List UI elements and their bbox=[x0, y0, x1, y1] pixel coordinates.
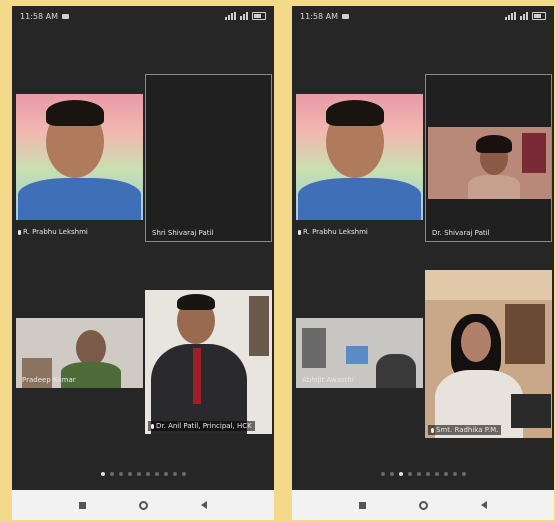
participant-name-label: Abhijit Awasthi bbox=[302, 376, 354, 384]
participant-video-tile[interactable]: Dr. Anil Patil, Principal, HCK bbox=[145, 290, 272, 434]
participant-name-label: Smt. Radhika P.M. bbox=[428, 425, 502, 435]
page-dot[interactable] bbox=[416, 472, 421, 476]
page-dot-active[interactable] bbox=[398, 472, 403, 476]
page-indicator[interactable] bbox=[292, 472, 554, 476]
participant-video-tile[interactable] bbox=[296, 94, 423, 220]
page-dot[interactable] bbox=[389, 472, 394, 476]
participant-name-label: Shri Shivaraj Patil bbox=[152, 229, 214, 237]
wifi-icon bbox=[520, 12, 528, 20]
notification-icon bbox=[341, 13, 349, 19]
page-dot[interactable] bbox=[118, 472, 123, 476]
page-dot[interactable] bbox=[109, 472, 114, 476]
participant-name-label: Dr. Anil Patil, Principal, HCK bbox=[148, 421, 255, 431]
background-object bbox=[346, 346, 368, 364]
background-object bbox=[302, 328, 326, 368]
participant-video-area bbox=[428, 127, 551, 199]
page-dot[interactable] bbox=[380, 472, 385, 476]
phone-screen-right: 11:58 AM R. Prabhu Lekshmi Dr. Shivaraj … bbox=[292, 6, 554, 520]
participant-shirt bbox=[376, 354, 416, 388]
participant-video-tile-active[interactable]: Dr. Shivaraj Patil bbox=[425, 74, 552, 242]
home-icon[interactable] bbox=[418, 500, 428, 510]
participant-shirt bbox=[298, 178, 421, 220]
participant-name-label: Pradeep Kumar bbox=[22, 376, 76, 384]
mic-icon bbox=[298, 229, 301, 235]
participant-face bbox=[461, 322, 491, 362]
background-object bbox=[249, 296, 269, 356]
page-dot[interactable] bbox=[154, 472, 159, 476]
page-dot[interactable] bbox=[425, 472, 430, 476]
participant-shirt bbox=[18, 178, 141, 220]
page-dot[interactable] bbox=[136, 472, 141, 476]
background-object bbox=[505, 304, 545, 364]
back-icon[interactable] bbox=[481, 501, 488, 509]
recent-apps-icon[interactable] bbox=[358, 501, 366, 509]
page-dot[interactable] bbox=[127, 472, 132, 476]
recent-apps-icon[interactable] bbox=[78, 501, 86, 509]
background-object bbox=[522, 133, 546, 173]
mic-icon bbox=[18, 229, 21, 235]
participant-name-label: R. Prabhu Lekshmi bbox=[298, 228, 368, 236]
participant-video-tile[interactable]: Pradeep Kumar bbox=[16, 318, 143, 388]
signal-icon bbox=[505, 12, 516, 20]
participant-name-label: R. Prabhu Lekshmi bbox=[18, 228, 88, 236]
participant-video-tile-active[interactable]: Shri Shivaraj Patil bbox=[145, 74, 272, 242]
participant-video-tile[interactable] bbox=[16, 94, 143, 220]
status-bar: 11:58 AM bbox=[292, 6, 554, 26]
page-dot[interactable] bbox=[145, 472, 150, 476]
participant-face bbox=[76, 330, 106, 366]
participant-hair bbox=[476, 135, 512, 153]
mic-icon bbox=[151, 423, 154, 429]
participant-name-label: Dr. Shivaraj Patil bbox=[432, 229, 490, 237]
participant-video-tile[interactable]: Abhijit Awasthi bbox=[296, 318, 423, 388]
participant-video-tile[interactable]: Smt. Radhika P.M. bbox=[425, 270, 552, 438]
status-time: 11:58 AM bbox=[20, 11, 58, 21]
wifi-icon bbox=[240, 12, 248, 20]
battery-icon bbox=[532, 12, 546, 20]
status-bar: 11:58 AM bbox=[12, 6, 274, 26]
page-dot[interactable] bbox=[163, 472, 168, 476]
participant-hair bbox=[177, 294, 215, 310]
participant-hair bbox=[46, 100, 104, 126]
page-dot[interactable] bbox=[461, 472, 466, 476]
page-dot-active[interactable] bbox=[100, 472, 105, 476]
system-nav-bar bbox=[12, 490, 274, 520]
participant-tie bbox=[193, 348, 201, 404]
page-dot[interactable] bbox=[407, 472, 412, 476]
page-dot[interactable] bbox=[452, 472, 457, 476]
system-nav-bar bbox=[292, 490, 554, 520]
participant-hair bbox=[326, 100, 384, 126]
page-indicator[interactable] bbox=[12, 472, 274, 476]
page-dot[interactable] bbox=[181, 472, 186, 476]
signal-icon bbox=[225, 12, 236, 20]
notification-icon bbox=[61, 13, 69, 19]
mic-icon bbox=[431, 427, 434, 433]
page-dot[interactable] bbox=[443, 472, 448, 476]
status-time: 11:58 AM bbox=[300, 11, 338, 21]
back-icon[interactable] bbox=[201, 501, 208, 509]
phone-screen-left: 11:58 AM R. Prabhu Lekshmi Shri Shivaraj… bbox=[12, 6, 274, 520]
background-object bbox=[511, 394, 551, 428]
page-dot[interactable] bbox=[434, 472, 439, 476]
participant-shirt bbox=[468, 175, 520, 199]
page-dot[interactable] bbox=[172, 472, 177, 476]
background-object bbox=[425, 270, 552, 300]
battery-icon bbox=[252, 12, 266, 20]
home-icon[interactable] bbox=[138, 500, 148, 510]
